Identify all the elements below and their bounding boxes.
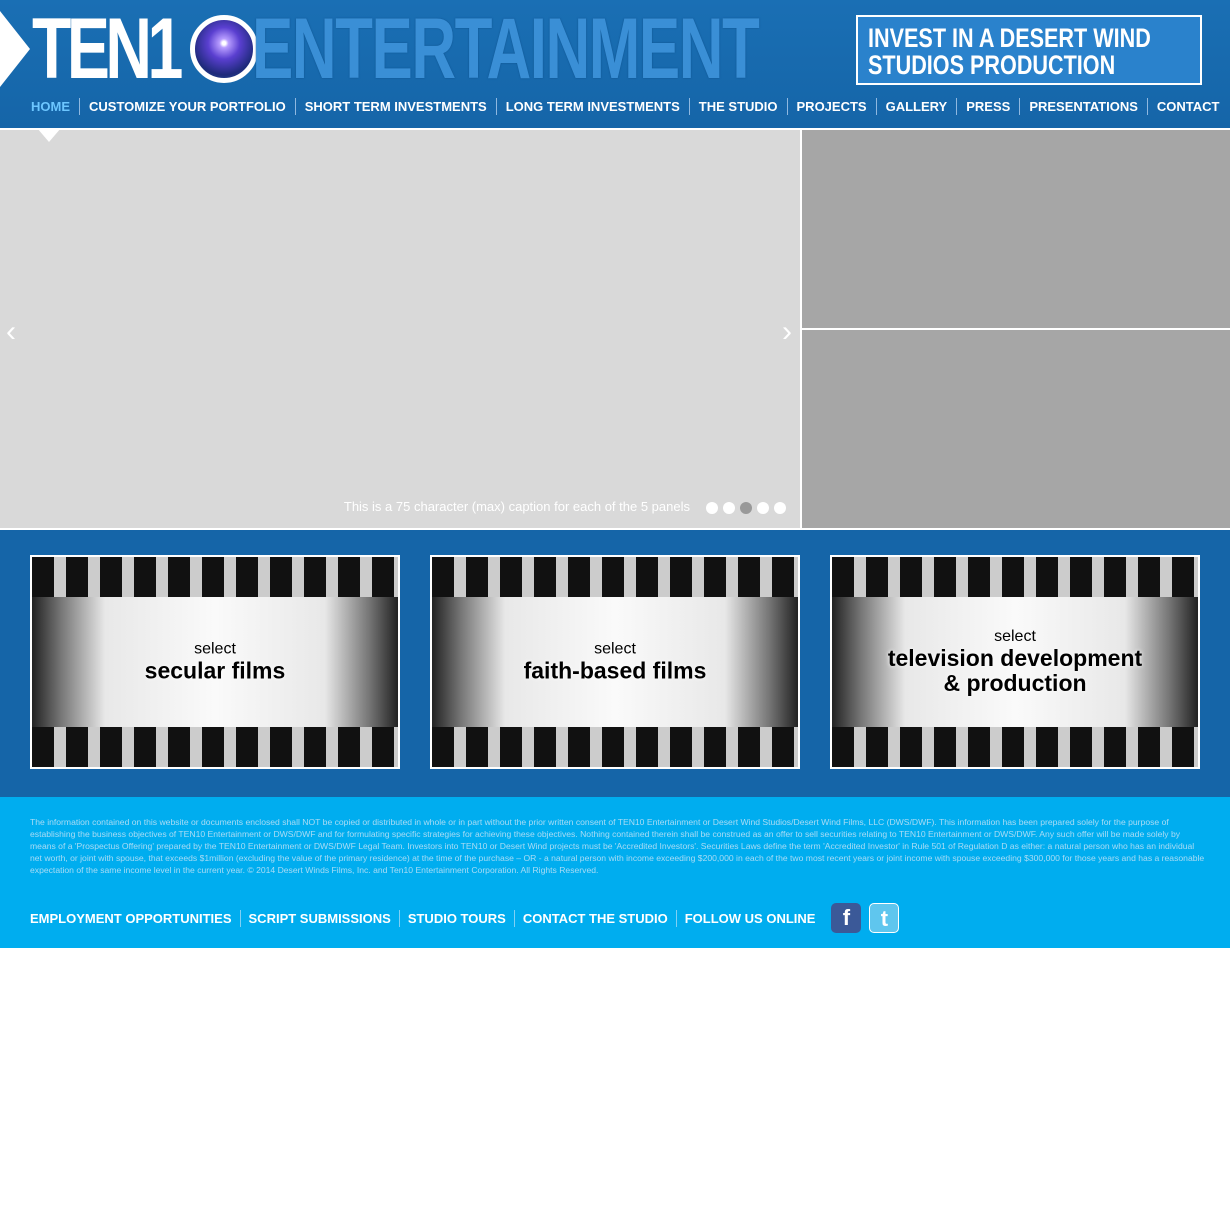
logo[interactable]: TEN1 ENTERTAINMENT xyxy=(0,1,955,97)
card-faith-based-films[interactable]: select faith-based films xyxy=(430,555,800,769)
card-select: select xyxy=(594,640,636,658)
logo-ten: TEN1 xyxy=(32,0,183,97)
invest-line-2: STUDIOS PRODUCTION xyxy=(868,50,1116,80)
logo-arrow-icon xyxy=(0,11,30,87)
slider-dot[interactable] xyxy=(706,502,718,514)
logo-entertainment: ENTERTAINMENT xyxy=(252,0,760,97)
nav-contact[interactable]: CONTACT xyxy=(1146,98,1229,115)
lens-icon xyxy=(190,15,258,83)
nav-presentations[interactable]: PRESENTATIONS xyxy=(1019,98,1147,115)
invest-banner[interactable]: INVEST IN A DESERT WIND STUDIOS PRODUCTI… xyxy=(856,15,1202,85)
card-title: secular films xyxy=(144,657,286,684)
side-panel-top[interactable] xyxy=(802,130,1230,328)
active-nav-pointer xyxy=(37,128,61,142)
side-panel-bottom[interactable] xyxy=(802,330,1230,528)
facebook-icon[interactable]: f xyxy=(831,903,862,933)
card-select: select xyxy=(994,628,1036,645)
category-band: select secular films select faith-based fi… xyxy=(0,530,1230,797)
footer-script-submissions[interactable]: SCRIPT SUBMISSIONS xyxy=(239,909,399,927)
slider-dot[interactable] xyxy=(757,502,769,514)
footer-studio-tours[interactable]: STUDIO TOURS xyxy=(398,909,514,927)
nav-press[interactable]: PRESS xyxy=(956,98,1019,115)
footer-follow-us[interactable]: FOLLOW US ONLINE xyxy=(675,909,824,927)
nav-projects[interactable]: PROJECTS xyxy=(786,98,876,115)
card-secular-films[interactable]: select secular films xyxy=(30,555,400,769)
card-title: faith-based films xyxy=(523,657,707,684)
slider-dot[interactable] xyxy=(774,502,786,514)
card-select: select xyxy=(194,640,236,658)
nav-home[interactable]: HOME xyxy=(22,98,79,115)
invest-line-1: INVEST IN A DESERT WIND xyxy=(868,23,1151,53)
footer: The information contained on this websit… xyxy=(0,797,1230,948)
card-title: television development & production xyxy=(887,645,1143,696)
slider-dots xyxy=(706,502,786,514)
card-television[interactable]: select television development & productio… xyxy=(830,555,1200,769)
nav-customize-portfolio[interactable]: CUSTOMIZE YOUR PORTFOLIO xyxy=(79,98,295,115)
slider-caption: This is a 75 character (max) caption for… xyxy=(343,499,690,514)
slider-dot-active[interactable] xyxy=(740,502,752,514)
next-arrow-icon[interactable]: › xyxy=(782,315,792,349)
nav-studio[interactable]: THE STUDIO xyxy=(688,98,787,115)
twitter-icon[interactable]: t xyxy=(869,903,900,933)
footer-contact-studio[interactable]: CONTACT THE STUDIO xyxy=(513,909,676,927)
prev-arrow-icon[interactable]: ‹ xyxy=(6,315,16,349)
hero-slider: ‹ › This is a 75 character (max) caption… xyxy=(0,130,800,528)
footer-employment[interactable]: EMPLOYMENT OPPORTUNITIES xyxy=(22,910,240,927)
slider-dot[interactable] xyxy=(723,502,735,514)
site-header: TEN1 ENTERTAINMENT INVEST IN A DESERT WI… xyxy=(0,0,1230,128)
footer-links: EMPLOYMENT OPPORTUNITIES SCRIPT SUBMISSI… xyxy=(22,903,900,933)
nav-gallery[interactable]: GALLERY xyxy=(875,98,957,115)
nav-long-term[interactable]: LONG TERM INVESTMENTS xyxy=(495,98,689,115)
nav-short-term[interactable]: SHORT TERM INVESTMENTS xyxy=(294,98,496,115)
legal-disclaimer: The information contained on this websit… xyxy=(30,817,1205,875)
main-nav: HOME CUSTOMIZE YOUR PORTFOLIO SHORT TERM… xyxy=(22,98,1229,115)
